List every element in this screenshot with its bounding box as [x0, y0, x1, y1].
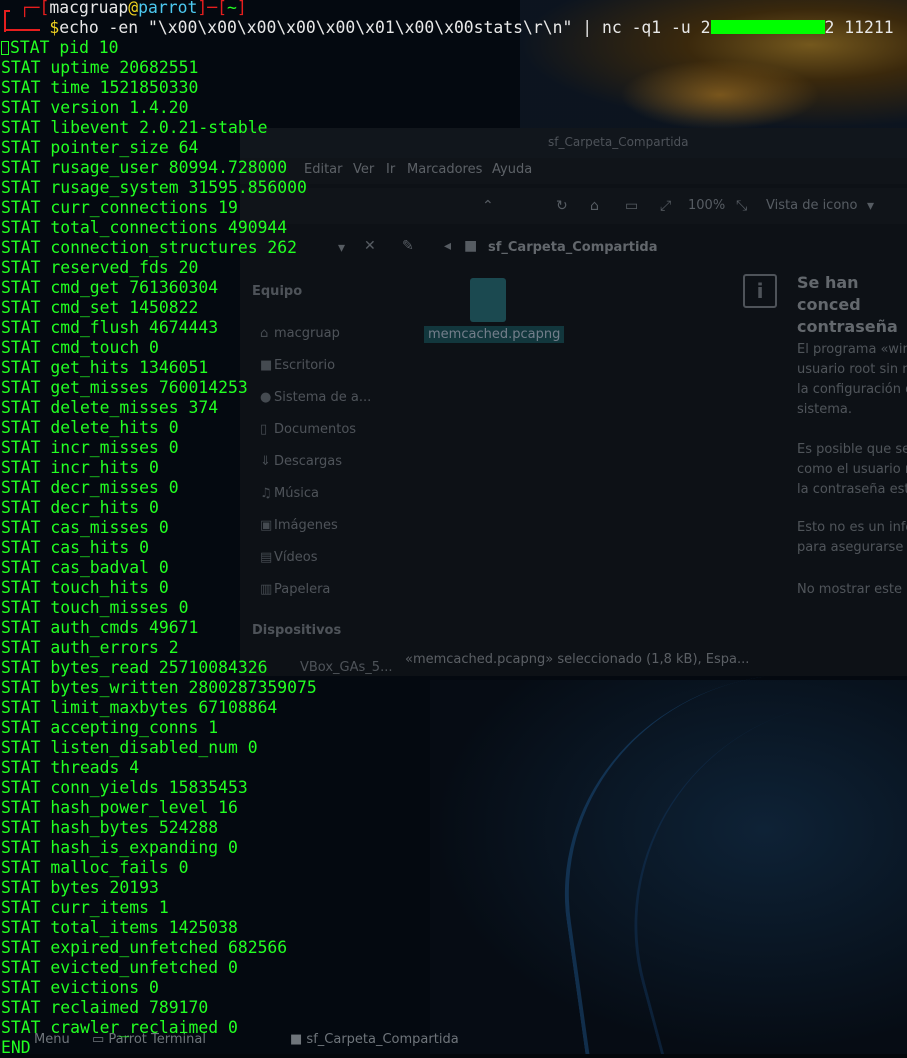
terminal-output-line: STAT hash_bytes 524288	[1, 818, 219, 837]
terminal-output-line: STAT touch_misses 0	[1, 598, 189, 617]
terminal-output-line: STAT pointer_size 64	[1, 138, 199, 157]
terminal-output-line: STAT libevent 2.0.21-stable	[1, 118, 268, 137]
command-port: 2 11211	[824, 18, 894, 37]
terminal-output-line: STAT accepting_conns 1	[1, 718, 219, 737]
terminal-output-line: STAT decr_misses 0	[1, 478, 179, 497]
terminal-output-line: STAT conn_yields 15835453	[1, 778, 248, 797]
prompt-host: parrot	[138, 0, 198, 17]
terminal-output-line: STAT bytes_read 25710084326	[1, 658, 268, 677]
terminal-output-line: STAT uptime 20682551	[1, 58, 199, 77]
terminal-output-line: STAT hash_is_expanding 0	[1, 838, 238, 857]
prompt-user: macgruap	[49, 0, 129, 17]
prompt-at: @	[128, 0, 139, 17]
terminal-output-line: STAT version 1.4.20	[1, 98, 189, 117]
redacted-ip	[710, 20, 825, 34]
terminal-output-line: STAT evicted_unfetched 0	[1, 958, 238, 977]
command-line[interactable]: $echo -en "\x00\x00\x00\x00\x00\x01\x00\…	[0, 18, 894, 38]
terminal-output-line: STAT cmd_get 761360304	[1, 278, 219, 297]
terminal-output-line: END	[1, 1038, 31, 1057]
terminal-output-line: STAT decr_hits 0	[1, 498, 159, 517]
terminal-output-line: STAT time 1521850330	[1, 78, 199, 97]
terminal-output-line: STAT hash_power_level 16	[1, 798, 238, 817]
terminal-output-line: STAT curr_connections 19	[1, 198, 238, 217]
terminal-output-line: STAT rusage_user 80994.728000	[1, 158, 288, 177]
terminal-output-line: STAT total_items 1425038	[1, 918, 238, 937]
terminal-output-first: STAT pid 10	[1, 38, 119, 58]
terminal-output-line: STAT cas_badval 0	[1, 558, 169, 577]
terminal-output-line: STAT delete_misses 374	[1, 398, 219, 417]
terminal-output-line: STAT cmd_set 1450822	[1, 298, 199, 317]
terminal-output-line: STAT get_misses 760014253	[1, 378, 248, 397]
terminal-output-line: STAT touch_hits 0	[1, 578, 169, 597]
terminal-output-line: STAT evictions 0	[1, 978, 159, 997]
terminal-output-line: STAT delete_hits 0	[1, 418, 179, 437]
terminal-output-line: STAT curr_items 1	[1, 898, 169, 917]
terminal-output-line: STAT cas_hits 0	[1, 538, 150, 557]
terminal-output-line: STAT threads 4	[1, 758, 140, 777]
terminal-output-line: STAT get_hits 1346051	[1, 358, 209, 377]
terminal-output-line: STAT auth_cmds 49671	[1, 618, 199, 637]
terminal-output-line: STAT expired_unfetched 682566	[1, 938, 288, 957]
terminal-output-line: STAT total_connections 490944	[1, 218, 288, 237]
terminal-output-line: STAT listen_disabled_num 0	[1, 738, 258, 757]
terminal-output-line: STAT rusage_system 31595.856000	[1, 178, 307, 197]
terminal-output-line: STAT incr_hits 0	[1, 458, 159, 477]
terminal-output-line: STAT bytes 20193	[1, 878, 159, 897]
prompt-dir: ~	[227, 0, 237, 17]
prompt-line: ┌─[macgruap@parrot]─[~]	[0, 0, 247, 17]
terminal-output-line: STAT limit_maxbytes 67108864	[1, 698, 278, 717]
cursor-glyph	[1, 41, 9, 55]
command-text: echo -en "\x00\x00\x00\x00\x00\x01\x00\x…	[59, 18, 711, 37]
terminal-output-line: STAT cas_misses 0	[1, 518, 169, 537]
terminal-output-line: STAT reclaimed 789170	[1, 998, 209, 1017]
terminal-output-line: STAT malloc_fails 0	[1, 858, 189, 877]
terminal-output-line: STAT reserved_fds 20	[1, 258, 199, 277]
terminal-output-line: STAT connection_structures 262	[1, 238, 298, 257]
terminal-output-line: STAT cmd_touch 0	[1, 338, 159, 357]
terminal-output-line: STAT crawler_reclaimed 0	[1, 1018, 238, 1037]
terminal-output-line: STAT cmd_flush 4674443	[1, 318, 219, 337]
terminal-output-line: STAT incr_misses 0	[1, 438, 179, 457]
terminal-output-line: STAT bytes_written 2800287359075	[1, 678, 317, 697]
terminal-output-line: STAT auth_errors 2	[1, 638, 179, 657]
terminal-window[interactable]: ┌─[macgruap@parrot]─[~] $echo -en "\x00\…	[0, 0, 907, 1057]
